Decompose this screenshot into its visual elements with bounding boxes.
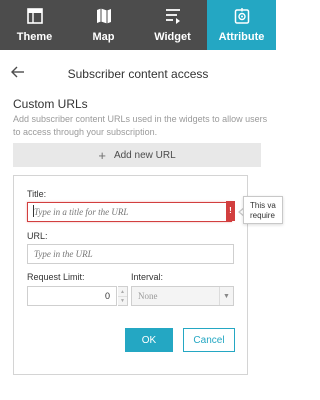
theme-icon xyxy=(26,8,43,24)
add-new-url-label: Add new URL xyxy=(113,149,176,161)
tab-widget-label: Widget xyxy=(154,31,191,43)
tab-attribute[interactable]: Attribute xyxy=(207,0,276,50)
request-limit-label: Request Limit: xyxy=(27,272,85,282)
spinner-down-icon[interactable]: ▼ xyxy=(118,296,127,305)
tab-map[interactable]: Map xyxy=(69,0,138,50)
tab-bar: Theme Map Widget Attribute xyxy=(0,0,276,50)
interval-select[interactable]: None ▼ xyxy=(131,286,234,306)
add-new-url-button[interactable]: + Add new URL xyxy=(13,143,261,167)
section-title: Custom URLs xyxy=(13,97,88,111)
spinner-up-icon[interactable]: ▲ xyxy=(118,287,127,296)
tab-attribute-label: Attribute xyxy=(218,31,265,43)
map-icon xyxy=(96,8,111,24)
text-caret xyxy=(33,205,34,217)
tab-theme[interactable]: Theme xyxy=(0,0,69,50)
plus-icon: + xyxy=(98,147,106,163)
tooltip-line-1: This va xyxy=(250,201,276,210)
tab-widget[interactable]: Widget xyxy=(138,0,207,50)
url-label: URL: xyxy=(27,231,48,241)
url-input[interactable] xyxy=(27,244,234,264)
section-description: Add subscriber content URLs used in the … xyxy=(13,114,268,137)
interval-label: Interval: xyxy=(131,272,164,282)
url-form: Title: URL: Request Limit: Interval: 0 ▲… xyxy=(13,175,248,375)
attribute-icon xyxy=(234,8,249,24)
chevron-down-icon: ▼ xyxy=(219,287,233,305)
tab-theme-label: Theme xyxy=(16,31,53,43)
request-limit-spinner[interactable]: ▲ ▼ xyxy=(118,286,128,306)
widget-icon xyxy=(165,9,180,24)
interval-value: None xyxy=(138,291,158,301)
error-indicator: ! xyxy=(226,201,235,221)
ok-button[interactable]: OK xyxy=(125,328,173,352)
title-label: Title: xyxy=(27,189,47,199)
page-title: Subscriber content access xyxy=(67,67,209,81)
request-limit-input[interactable]: 0 xyxy=(27,286,117,306)
cancel-button[interactable]: Cancel xyxy=(183,328,235,352)
validation-tooltip: This va require xyxy=(243,196,283,224)
panel-header: Subscriber content access xyxy=(0,62,276,86)
tab-map-label: Map xyxy=(92,31,115,43)
tooltip-line-2: require xyxy=(250,211,275,220)
title-input[interactable] xyxy=(27,202,232,222)
